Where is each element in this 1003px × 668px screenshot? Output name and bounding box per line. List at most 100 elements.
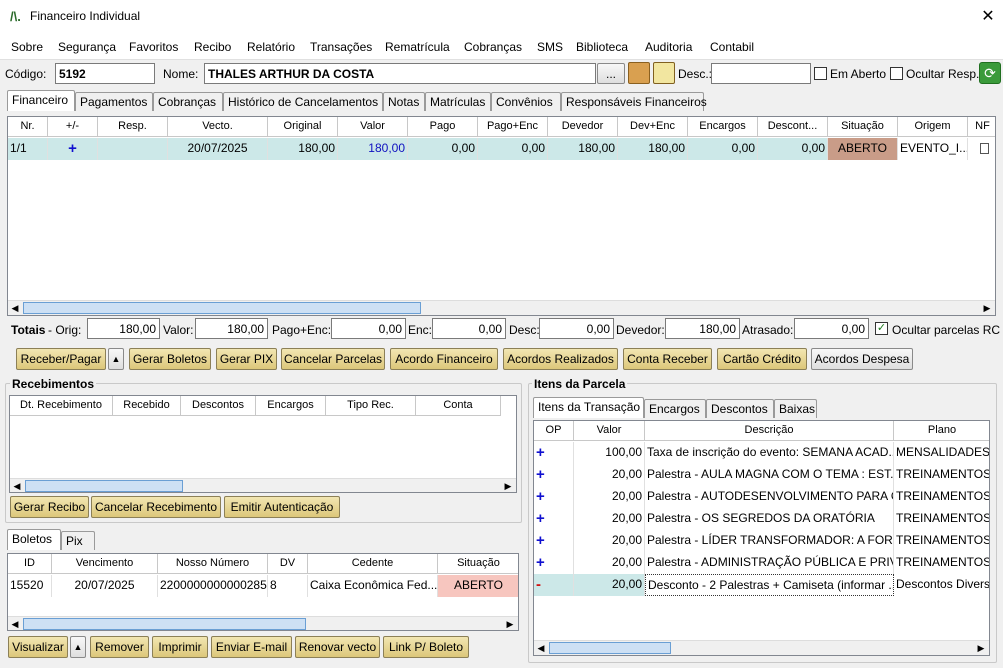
menu-seguranca[interactable]: Segurança [58, 40, 116, 54]
link-boleto-button[interactable]: Link P/ Boleto [383, 636, 469, 658]
itens-hscroll[interactable]: ◀ ▶ [534, 640, 989, 655]
tab-boletos[interactable]: Boletos [7, 529, 61, 550]
valor-field[interactable]: 180,00 [195, 318, 268, 339]
tab-baixas[interactable]: Baixas [774, 399, 817, 418]
tab-historico-cancelamentos[interactable]: Histórico de Cancelamentos [223, 92, 383, 111]
recebimentos-hscroll[interactable]: ◀ ▶ [10, 478, 516, 492]
list-item[interactable]: + 20,00 Palestra - ADMINISTRAÇÃO PÚBLICA… [534, 552, 989, 574]
tab-notas[interactable]: Notas [383, 92, 425, 111]
col-nosso-numero[interactable]: Nosso Número [158, 554, 268, 574]
table-row[interactable]: 1/1 + 20/07/2025 180,00 180,00 0,00 0,00… [8, 138, 995, 160]
orig-field[interactable]: 180,00 [87, 318, 160, 339]
col-vencimento[interactable]: Vencimento [52, 554, 158, 574]
acordos-realizados-button[interactable]: Acordos Realizados [503, 348, 618, 370]
devedor-field[interactable]: 180,00 [665, 318, 740, 339]
col-descricao[interactable]: Descrição [645, 421, 894, 441]
cancelar-recebimento-button[interactable]: Cancelar Recebimento [91, 496, 221, 518]
col-origem[interactable]: Origem [898, 117, 968, 137]
menu-rematricula[interactable]: Rematrícula [385, 40, 450, 54]
scroll-thumb[interactable] [23, 302, 421, 314]
imprimir-button[interactable]: Imprimir [152, 636, 208, 658]
col-desconto[interactable]: Descont... [758, 117, 828, 137]
menu-auditoria[interactable]: Auditoria [645, 40, 692, 54]
tab-cobrancas[interactable]: Cobranças [153, 92, 223, 111]
cartao-credito-button[interactable]: Cartão Crédito [717, 348, 807, 370]
menu-biblioteca[interactable]: Biblioteca [576, 40, 628, 54]
tab-financeiro[interactable]: Financeiro [7, 90, 75, 111]
ocultar-resp-checkbox[interactable] [890, 67, 903, 80]
tab-itens-transacao[interactable]: Itens da Transação [533, 397, 644, 418]
col-plano[interactable]: Plano [894, 421, 989, 441]
col-pago[interactable]: Pago [408, 117, 478, 137]
col-encargos[interactable]: Encargos [256, 396, 326, 416]
tab-matriculas[interactable]: Matrículas [425, 92, 491, 111]
col-op[interactable]: OP [534, 421, 574, 441]
col-id[interactable]: ID [8, 554, 52, 574]
close-icon[interactable]: ✕ [978, 6, 998, 26]
refresh-icon[interactable]: ⟳ [979, 62, 1001, 84]
col-encargos[interactable]: Encargos [688, 117, 758, 137]
list-item[interactable]: + 20,00 Palestra - AUTODESENVOLVIMENTO P… [534, 486, 989, 508]
col-situacao[interactable]: Situação [828, 117, 898, 137]
menu-contabil[interactable]: Contabil [710, 40, 754, 54]
col-tipo-rec[interactable]: Tipo Rec. [326, 396, 416, 416]
col-vecto[interactable]: Vecto. [168, 117, 268, 137]
col-nf[interactable]: NF [968, 117, 995, 137]
col-valor[interactable]: Valor [338, 117, 408, 137]
list-item[interactable]: - 20,00 Desconto - 2 Palestras + Camiset… [534, 574, 989, 596]
col-dev-enc[interactable]: Dev+Enc [618, 117, 688, 137]
emitir-autenticacao-button[interactable]: Emitir Autenticação [224, 496, 340, 518]
em-aberto-checkbox[interactable] [814, 67, 827, 80]
col-resp[interactable]: Resp. [98, 117, 168, 137]
boletos-hscroll[interactable]: ◀ ▶ [8, 616, 518, 630]
notes-icon[interactable] [653, 62, 675, 84]
enc-field[interactable]: 0,00 [432, 318, 506, 339]
col-dt-recebimento[interactable]: Dt. Recebimento [10, 396, 113, 416]
tab-pix[interactable]: Pix [61, 531, 95, 550]
cancelar-parcelas-button[interactable]: Cancelar Parcelas [281, 348, 385, 370]
menu-sobre[interactable]: Sobre [11, 40, 43, 54]
col-dv[interactable]: DV [268, 554, 308, 574]
nome-field[interactable]: THALES ARTHUR DA COSTA [204, 63, 596, 84]
tab-pagamentos[interactable]: Pagamentos [75, 92, 153, 111]
list-item[interactable]: + 100,00 Taxa de inscrição do evento: SE… [534, 442, 989, 464]
conta-receber-button[interactable]: Conta Receber [623, 348, 712, 370]
browse-button[interactable]: ... [597, 63, 625, 84]
atrasado-field[interactable]: 0,00 [794, 318, 869, 339]
pagoenc-field[interactable]: 0,00 [331, 318, 406, 339]
table-row[interactable]: 15520 20/07/2025 22000000000002856 8 Cai… [8, 575, 518, 597]
col-pago-enc[interactable]: Pago+Enc [478, 117, 548, 137]
remover-button[interactable]: Remover [90, 636, 149, 658]
desc-total-field[interactable]: 0,00 [539, 318, 614, 339]
list-item[interactable]: + 20,00 Palestra - LÍDER TRANSFORMADOR: … [534, 530, 989, 552]
acordos-despesa-button[interactable]: Acordos Despesa [811, 348, 913, 370]
col-nr[interactable]: Nr. [8, 117, 48, 137]
desc-field[interactable] [711, 63, 811, 84]
col-devedor[interactable]: Devedor [548, 117, 618, 137]
col-descontos[interactable]: Descontos [181, 396, 256, 416]
col-plus-minus[interactable]: +/- [48, 117, 98, 137]
col-valor[interactable]: Valor [574, 421, 645, 441]
col-recebido[interactable]: Recebido [113, 396, 181, 416]
menu-transacoes[interactable]: Transações [310, 40, 372, 54]
col-original[interactable]: Original [268, 117, 338, 137]
gerar-recibo-button[interactable]: Gerar Recibo [10, 496, 89, 518]
scroll-thumb[interactable] [23, 618, 306, 630]
cell-plus-minus[interactable]: + [48, 138, 98, 160]
list-item[interactable]: + 20,00 Palestra - AULA MAGNA COM O TEMA… [534, 464, 989, 486]
tab-encargos[interactable]: Encargos [644, 399, 706, 418]
menu-relatorio[interactable]: Relatório [247, 40, 295, 54]
visualizar-button[interactable]: Visualizar [8, 636, 68, 658]
tab-convenios[interactable]: Convênios [491, 92, 561, 111]
menu-cobrancas[interactable]: Cobranças [464, 40, 522, 54]
ocultar-parcelas-checkbox[interactable]: ✓ [875, 322, 888, 335]
menu-recibo[interactable]: Recibo [194, 40, 231, 54]
tab-responsaveis-financeiros[interactable]: Responsáveis Financeiros [561, 92, 707, 111]
gerar-pix-button[interactable]: Gerar PIX [216, 348, 277, 370]
enviar-email-button[interactable]: Enviar E-mail [211, 636, 292, 658]
acordo-financeiro-button[interactable]: Acordo Financeiro [390, 348, 498, 370]
person-icon[interactable] [628, 62, 650, 84]
menu-sms[interactable]: SMS [537, 40, 563, 54]
menu-favoritos[interactable]: Favoritos [129, 40, 178, 54]
col-cedente[interactable]: Cedente [308, 554, 438, 574]
